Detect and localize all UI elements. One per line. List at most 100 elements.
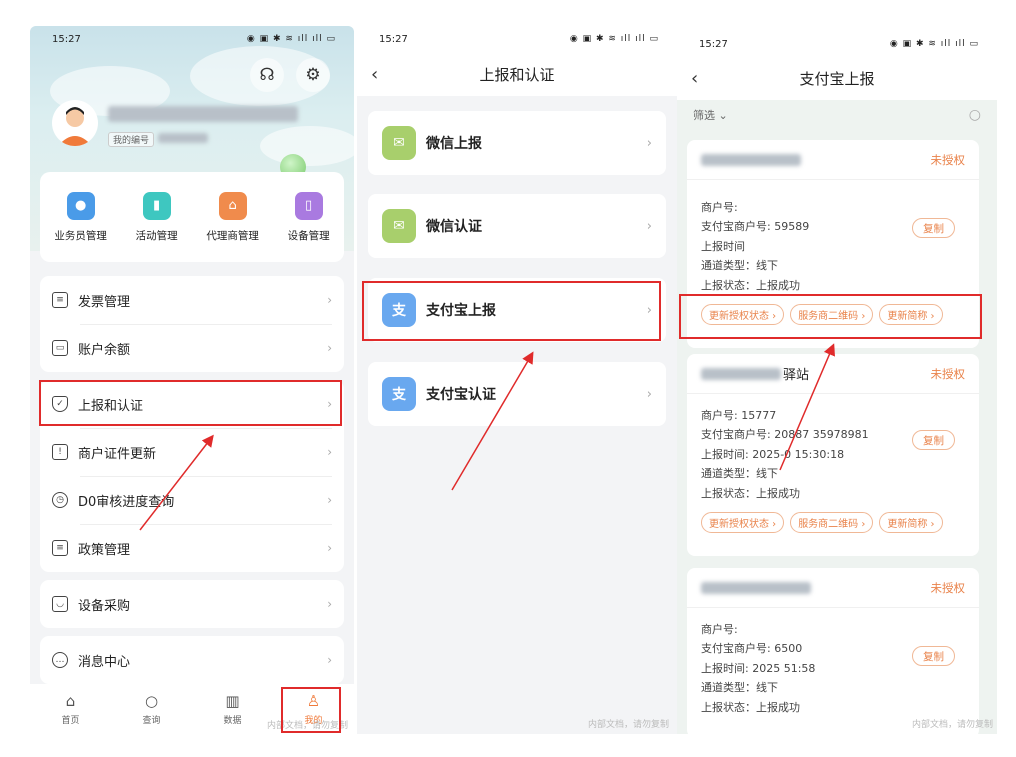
merchant-name-redacted	[701, 367, 781, 380]
filter-bar: 筛选 ⌄ ○	[677, 100, 997, 130]
tab-home[interactable]: ⌂ 首页	[61, 692, 79, 726]
user-name-redacted	[108, 106, 298, 122]
nav-bar: ‹ 支付宝上报	[677, 56, 997, 100]
item-wechat-auth[interactable]: ✉ 微信认证 ›	[368, 194, 666, 258]
document-icon: ≡	[52, 540, 68, 556]
back-arrow-icon[interactable]: ‹	[371, 64, 378, 85]
alert-icon: !	[52, 444, 68, 460]
update-auth-button[interactable]: 更新授权状态 ›	[701, 512, 785, 534]
channel-type: 通道类型：线下	[701, 681, 778, 695]
page-title: 支付宝上报	[799, 69, 875, 88]
avatar[interactable]	[52, 100, 98, 146]
chevron-right-icon: ›	[646, 135, 652, 151]
highlight-report-auth	[39, 380, 342, 426]
report-time: 上报时间	[701, 239, 745, 253]
tab-data[interactable]: ▥ 数据	[223, 692, 241, 726]
merchant-card: 驿站 未授权 商户号: 15777 支付宝商户号: 20887 35978981 …	[687, 354, 979, 556]
back-arrow-icon[interactable]: ‹	[691, 68, 698, 89]
status-badge: 未授权	[930, 580, 966, 595]
quick-device[interactable]: ▯ 设备管理	[288, 191, 330, 243]
wallet-icon: ▭	[52, 340, 68, 356]
headset-icon[interactable]: ☊	[250, 58, 284, 92]
report-status: 上报状态：上报成功	[701, 278, 800, 292]
highlight-tab-mine	[281, 687, 341, 733]
chevron-right-icon: ›	[327, 493, 332, 507]
chevron-right-icon: ›	[327, 653, 332, 667]
page-title: 上报和认证	[479, 65, 555, 84]
chevron-right-icon: ›	[327, 341, 332, 355]
store-icon: ⌂	[218, 191, 247, 220]
status-icons: ◉ ▣ ✱ ≋ ıll ıll ▭	[889, 39, 979, 49]
user-id-badge: 我的编号	[108, 132, 155, 147]
phone-screen-alipay-report: 15:27 ◉ ▣ ✱ ≋ ıll ıll ▭ ‹ 支付宝上报 筛选 ⌄ ○ 未…	[677, 26, 997, 734]
home-icon: ⌂	[65, 692, 76, 710]
channel-type: 通道类型：线下	[701, 467, 778, 481]
menu-d0-progress[interactable]: ◷ D0审核进度查询 ›	[40, 476, 344, 524]
status-bar: 15:27 ◉ ▣ ✱ ≋ ıll ıll ▭	[357, 26, 677, 52]
status-bar: 15:27 ◉ ▣ ✱ ≋ ıll ıll ▭	[30, 26, 354, 52]
merchant-name-tail: 驿站	[783, 368, 810, 383]
merchant-name-redacted	[701, 581, 811, 594]
chevron-right-icon: ›	[327, 541, 332, 555]
item-wechat-report[interactable]: ✉ 微信上报 ›	[368, 111, 666, 175]
merchant-name-redacted	[701, 153, 801, 166]
status-time: 15:27	[379, 33, 408, 45]
chart-icon: ▥	[225, 692, 240, 710]
menu-group-finance: ≡ 发票管理 › ▭ 账户余额 ›	[40, 276, 344, 372]
phone-screen-report-auth: 15:27 ◉ ▣ ✱ ≋ ıll ıll ▭ ‹ 上报和认证 ✉ 微信上报 › ✉…	[357, 26, 677, 734]
tab-query[interactable]: ○ 查询	[142, 692, 160, 726]
clock-icon: ◷	[52, 492, 68, 508]
settings-icon[interactable]: ⚙	[296, 58, 330, 92]
search-icon[interactable]: ○	[969, 107, 981, 123]
menu-policy[interactable]: ≡ 政策管理 ›	[40, 524, 344, 572]
merchant-no: 商户号:	[701, 201, 738, 214]
menu-license-update[interactable]: ! 商户证件更新 ›	[40, 428, 344, 476]
highlight-alipay-report	[362, 281, 661, 341]
quick-activity[interactable]: ▮ 活动管理	[136, 191, 178, 243]
message-icon: …	[52, 652, 68, 668]
merchant-no: 商户号: 15777	[701, 409, 777, 422]
wechat-icon: ✉	[382, 126, 416, 160]
channel-type: 通道类型：线下	[701, 259, 778, 273]
chevron-right-icon: ›	[327, 445, 332, 459]
wechat-icon: ✉	[382, 209, 416, 243]
quick-actions: ● 业务员管理 ▮ 活动管理 ⌂ 代理商管理 ▯ 设备管理	[40, 172, 344, 262]
menu-group-purchase: ◡ 设备采购 ›	[40, 580, 344, 628]
menu-invoice[interactable]: ≡ 发票管理 ›	[40, 276, 344, 324]
quick-agent[interactable]: ⌂ 代理商管理	[206, 191, 259, 243]
invoice-icon: ≡	[52, 292, 68, 308]
status-badge: 未授权	[930, 366, 966, 381]
merchant-card: 未授权 商户号: 支付宝商户号: 6500 上报时间: 2025 51:58 通…	[687, 568, 979, 734]
chevron-right-icon: ›	[646, 386, 652, 402]
qrcode-button[interactable]: 服务商二维码 ›	[790, 512, 874, 534]
alipay-icon: 支	[382, 377, 416, 411]
nav-bar: ‹ 上报和认证	[357, 52, 677, 96]
report-status: 上报状态：上报成功	[701, 486, 800, 500]
user-id-redacted	[158, 133, 208, 143]
device-icon: ▯	[294, 191, 323, 220]
copy-button[interactable]: 复制	[912, 218, 955, 238]
bookmark-icon: ▮	[142, 191, 171, 220]
chevron-right-icon: ›	[646, 218, 652, 234]
status-time: 15:27	[699, 38, 728, 50]
status-time: 15:27	[52, 33, 81, 45]
update-shortname-button[interactable]: 更新简称 ›	[879, 512, 943, 534]
menu-balance[interactable]: ▭ 账户余额 ›	[40, 324, 344, 372]
search-icon: ○	[144, 692, 159, 710]
copy-button[interactable]: 复制	[912, 646, 955, 666]
merchant-no: 商户号:	[701, 623, 738, 636]
filter-dropdown[interactable]: 筛选 ⌄	[693, 107, 728, 123]
menu-group-message: … 消息中心 ›	[40, 636, 344, 684]
chevron-right-icon: ›	[327, 293, 332, 307]
watermark: 内部文档，请勿复制	[911, 720, 993, 730]
chevron-down-icon: ⌄	[718, 109, 728, 122]
bag-icon: ◡	[52, 596, 68, 612]
menu-message-center[interactable]: … 消息中心 ›	[40, 636, 344, 684]
quick-salesman[interactable]: ● 业务员管理	[54, 191, 107, 243]
item-alipay-auth[interactable]: 支支付宝认证 ›	[368, 362, 666, 426]
watermark: 内部文档，请勿复制	[587, 720, 669, 730]
menu-device-purchase[interactable]: ◡ 设备采购 ›	[40, 580, 344, 628]
status-icons: ◉ ▣ ✱ ≋ ıll ıll ▭	[569, 34, 659, 44]
copy-button[interactable]: 复制	[912, 430, 955, 450]
report-status: 上报状态：上报成功	[701, 700, 800, 714]
